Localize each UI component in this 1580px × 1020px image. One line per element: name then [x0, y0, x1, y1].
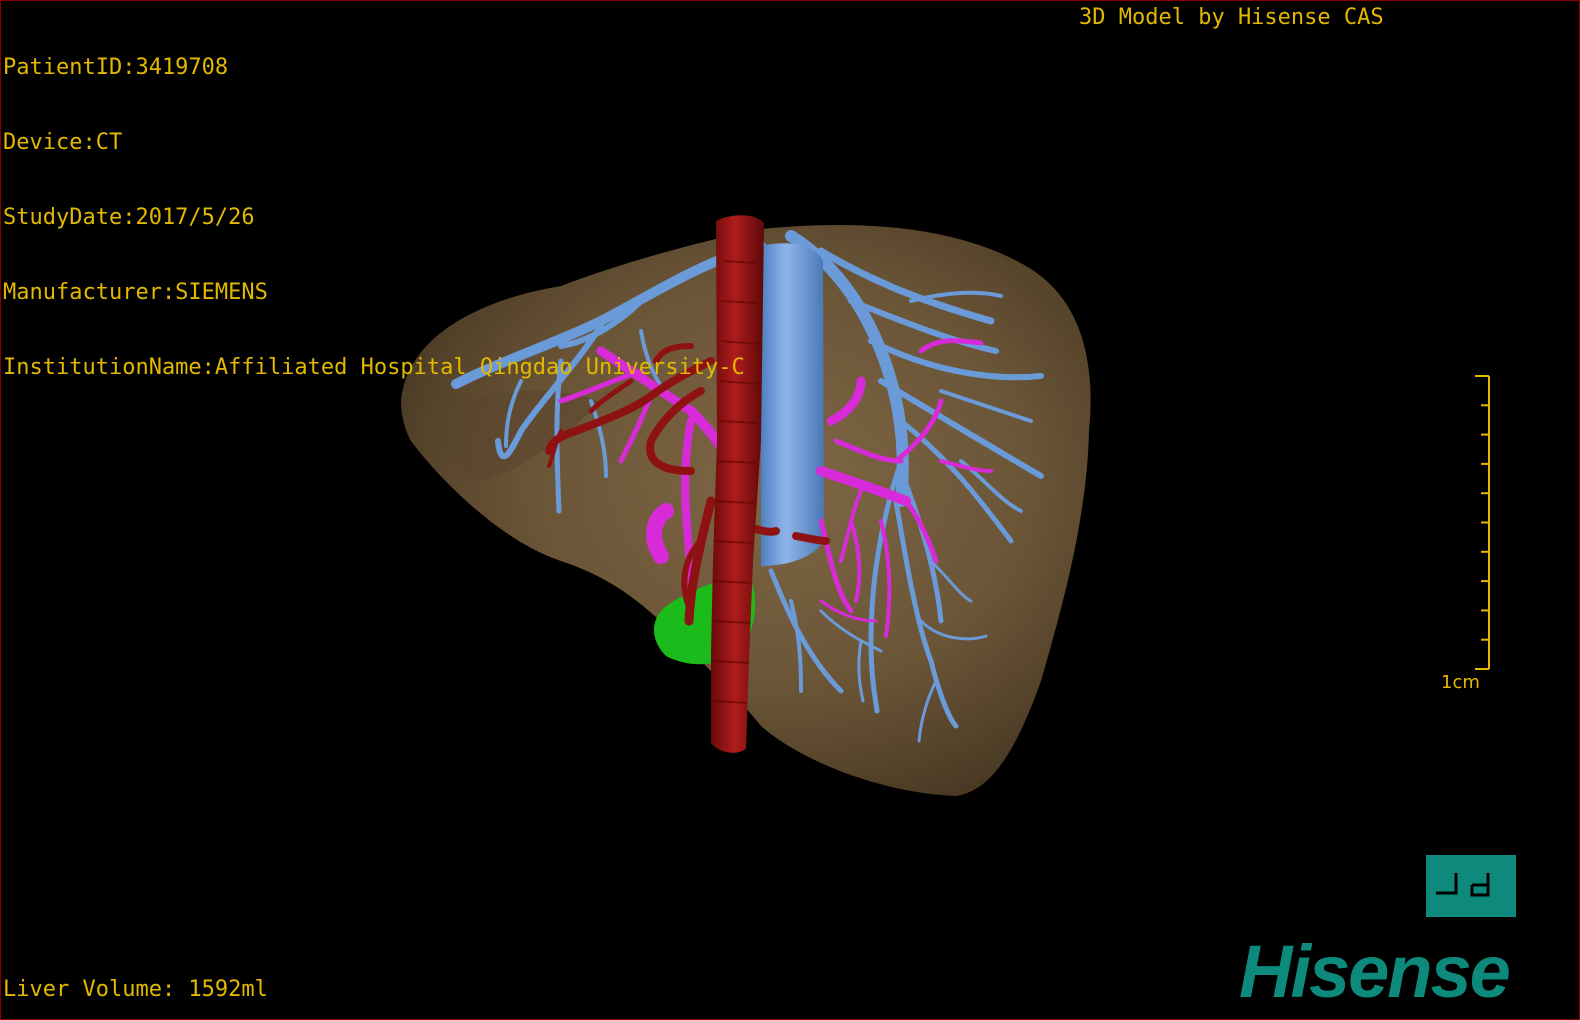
3d-viewport[interactable]: PatientID:3419708 Device:CT StudyDate:20…: [0, 0, 1580, 1020]
device: Device:CT: [3, 130, 123, 155]
model-credit: 3D Model by Hisense CAS: [1079, 5, 1384, 30]
liver-volume: Liver Volume: 1592ml: [3, 977, 268, 1002]
manufacturer: Manufacturer:SIEMENS: [3, 280, 268, 305]
inferior-vena-cava: [761, 243, 824, 566]
scale-bar: [1475, 375, 1490, 670]
study-date: StudyDate:2017/5/26: [3, 205, 255, 230]
patient-id: PatientID:3419708: [3, 55, 229, 80]
scale-label: 1cm: [1441, 672, 1480, 693]
orientation-cube-icon[interactable]: [1426, 855, 1516, 917]
hisense-logo: Hisense: [1239, 930, 1512, 1013]
hisense-logo-text: Hisense: [1239, 930, 1510, 1013]
patient-info-overlay: PatientID:3419708 Device:CT StudyDate:20…: [3, 5, 745, 430]
orientation-glyph: [1436, 873, 1490, 897]
institution-name: InstitutionName:Affiliated Hospital Qing…: [3, 355, 745, 380]
